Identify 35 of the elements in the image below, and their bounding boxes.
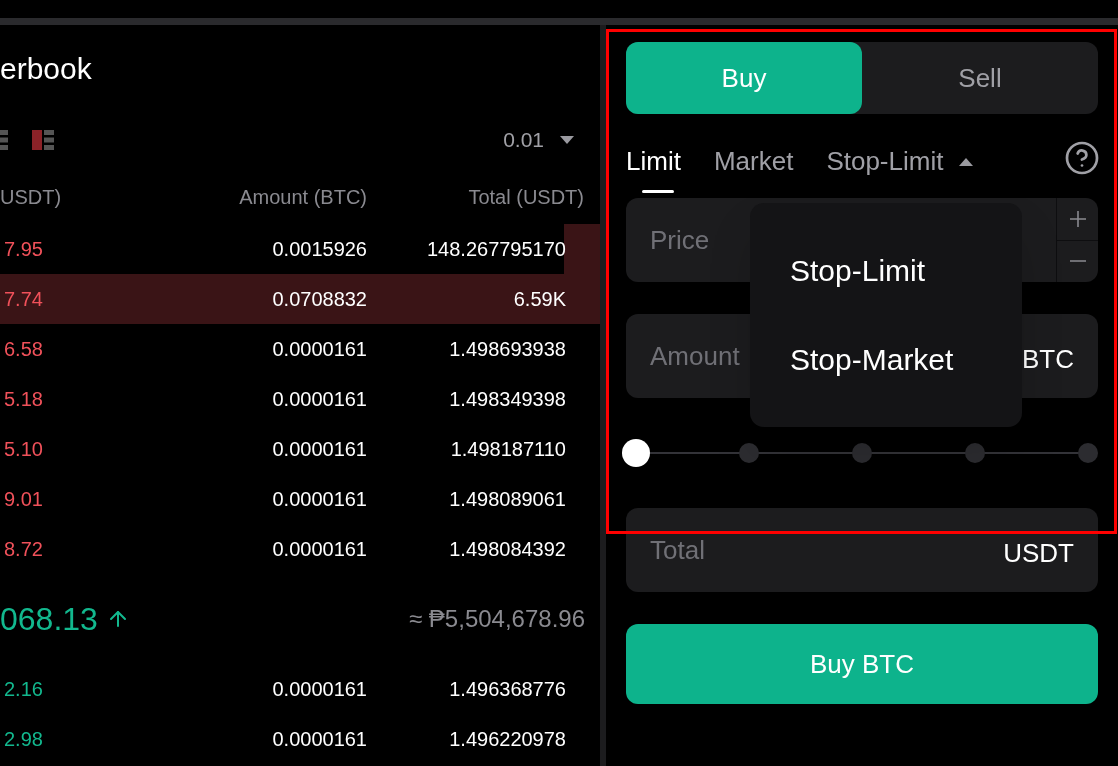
- price-cell-text: 2.98: [3, 727, 44, 752]
- price-cell-text: 5.18: [3, 387, 44, 412]
- last-price: 068.13: [0, 600, 98, 639]
- amount-cell-text: 0.0708832: [271, 287, 367, 312]
- converted-price: ≈ ₱5,504,678.96: [409, 604, 585, 634]
- unit-label: BTC: [1022, 343, 1074, 376]
- amount-cell-text: 0.0000161: [271, 487, 367, 512]
- price-cell-text: 7.74: [3, 287, 44, 312]
- amount-cell-text: 0.0000161: [271, 677, 367, 702]
- total-cell-text: 1.498693938: [448, 337, 567, 362]
- orderbook-title: erbook: [0, 50, 92, 87]
- amount-cell-text: 0.0000161: [271, 437, 367, 462]
- amount-cell-text: 0.0015926: [271, 237, 367, 262]
- total-cell-text: 1.498084392: [448, 537, 567, 562]
- column-header: USDT): [0, 184, 63, 210]
- amount-cell-text: 0.0000161: [271, 727, 367, 752]
- unit-label: USDT: [1003, 537, 1074, 570]
- total-cell-text: 1.498089061: [448, 487, 567, 512]
- total-cell-text: 148.267795170: [425, 237, 567, 262]
- total-cell-text: 6.59K: [512, 287, 567, 312]
- total-cell-text: 1.496368776: [448, 677, 567, 702]
- amount-cell-text: 0.0000161: [271, 537, 367, 562]
- price-cell-text: 6.58: [3, 337, 44, 362]
- price-cell-text: 9.01: [3, 487, 44, 512]
- total-cell-text: 1.496220978: [448, 727, 567, 752]
- column-header: Total (USDT): [467, 184, 585, 210]
- amount-cell-text: 0.0000161: [271, 337, 367, 362]
- price-cell-text: 2.16: [3, 677, 44, 702]
- price-cell-text: 7.95: [3, 237, 44, 262]
- price-cell-text: 8.72: [3, 537, 44, 562]
- price-cell-text: 5.10: [3, 437, 44, 462]
- total-cell-text: 1.498349398: [448, 387, 567, 412]
- amount-cell-text: 0.0000161: [271, 387, 367, 412]
- total-cell-text: 1.498187110: [449, 437, 567, 462]
- column-header: Amount (BTC): [238, 184, 367, 210]
